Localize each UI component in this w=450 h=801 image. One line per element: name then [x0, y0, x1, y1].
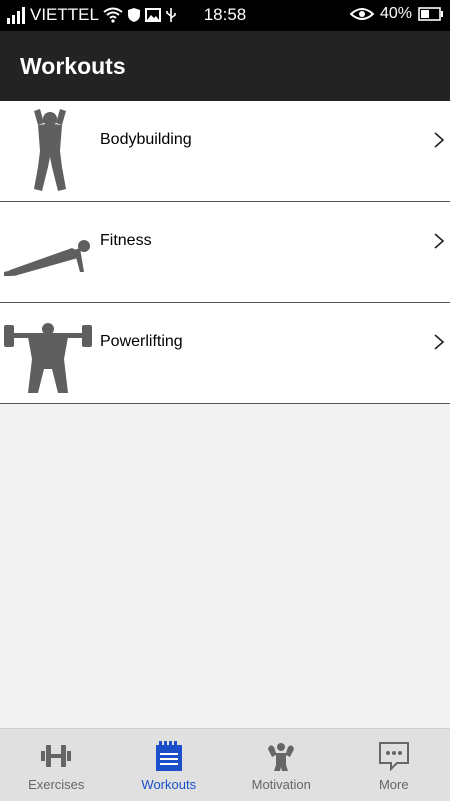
dumbbell-icon: [39, 739, 73, 773]
pushup-icon: [0, 202, 100, 302]
chevron-right-icon: [433, 131, 445, 149]
powerlifter-icon: [0, 303, 100, 403]
chevron-right-icon: [433, 232, 445, 250]
tab-workouts[interactable]: Workouts: [113, 729, 226, 801]
workout-label: Powerlifting: [100, 333, 183, 351]
tab-motivation[interactable]: Motivation: [225, 729, 338, 801]
tab-label: More: [338, 777, 450, 792]
battery-percent: 40%: [380, 5, 412, 23]
page-title: Workouts: [20, 53, 126, 80]
workout-item-bodybuilding[interactable]: Bodybuilding: [0, 101, 450, 202]
calendar-icon: [152, 739, 186, 773]
tab-exercises[interactable]: Exercises: [0, 729, 113, 801]
chevron-right-icon: [433, 333, 445, 351]
bottom-tab-bar: Exercises Workouts Motivation: [0, 728, 450, 801]
tab-more[interactable]: More: [338, 729, 450, 801]
workout-list: Bodybuilding Fitness: [0, 101, 450, 404]
workout-label: Bodybuilding: [100, 131, 192, 149]
app-bar: Workouts: [0, 31, 450, 101]
status-bar: VIETTEL 18:58 40%: [0, 0, 450, 31]
eye-icon: [350, 7, 374, 21]
tab-label: Exercises: [0, 777, 113, 792]
tab-label: Motivation: [225, 777, 338, 792]
workout-label: Fitness: [100, 232, 152, 250]
battery-icon: [418, 7, 444, 21]
tab-label: Workouts: [113, 777, 226, 792]
workout-item-fitness[interactable]: Fitness: [0, 202, 450, 303]
workout-item-powerlifting[interactable]: Powerlifting: [0, 303, 450, 404]
muscle-man-icon: [264, 739, 298, 773]
chat-dots-icon: [377, 739, 411, 773]
bodybuilder-pose-icon: [0, 101, 100, 201]
